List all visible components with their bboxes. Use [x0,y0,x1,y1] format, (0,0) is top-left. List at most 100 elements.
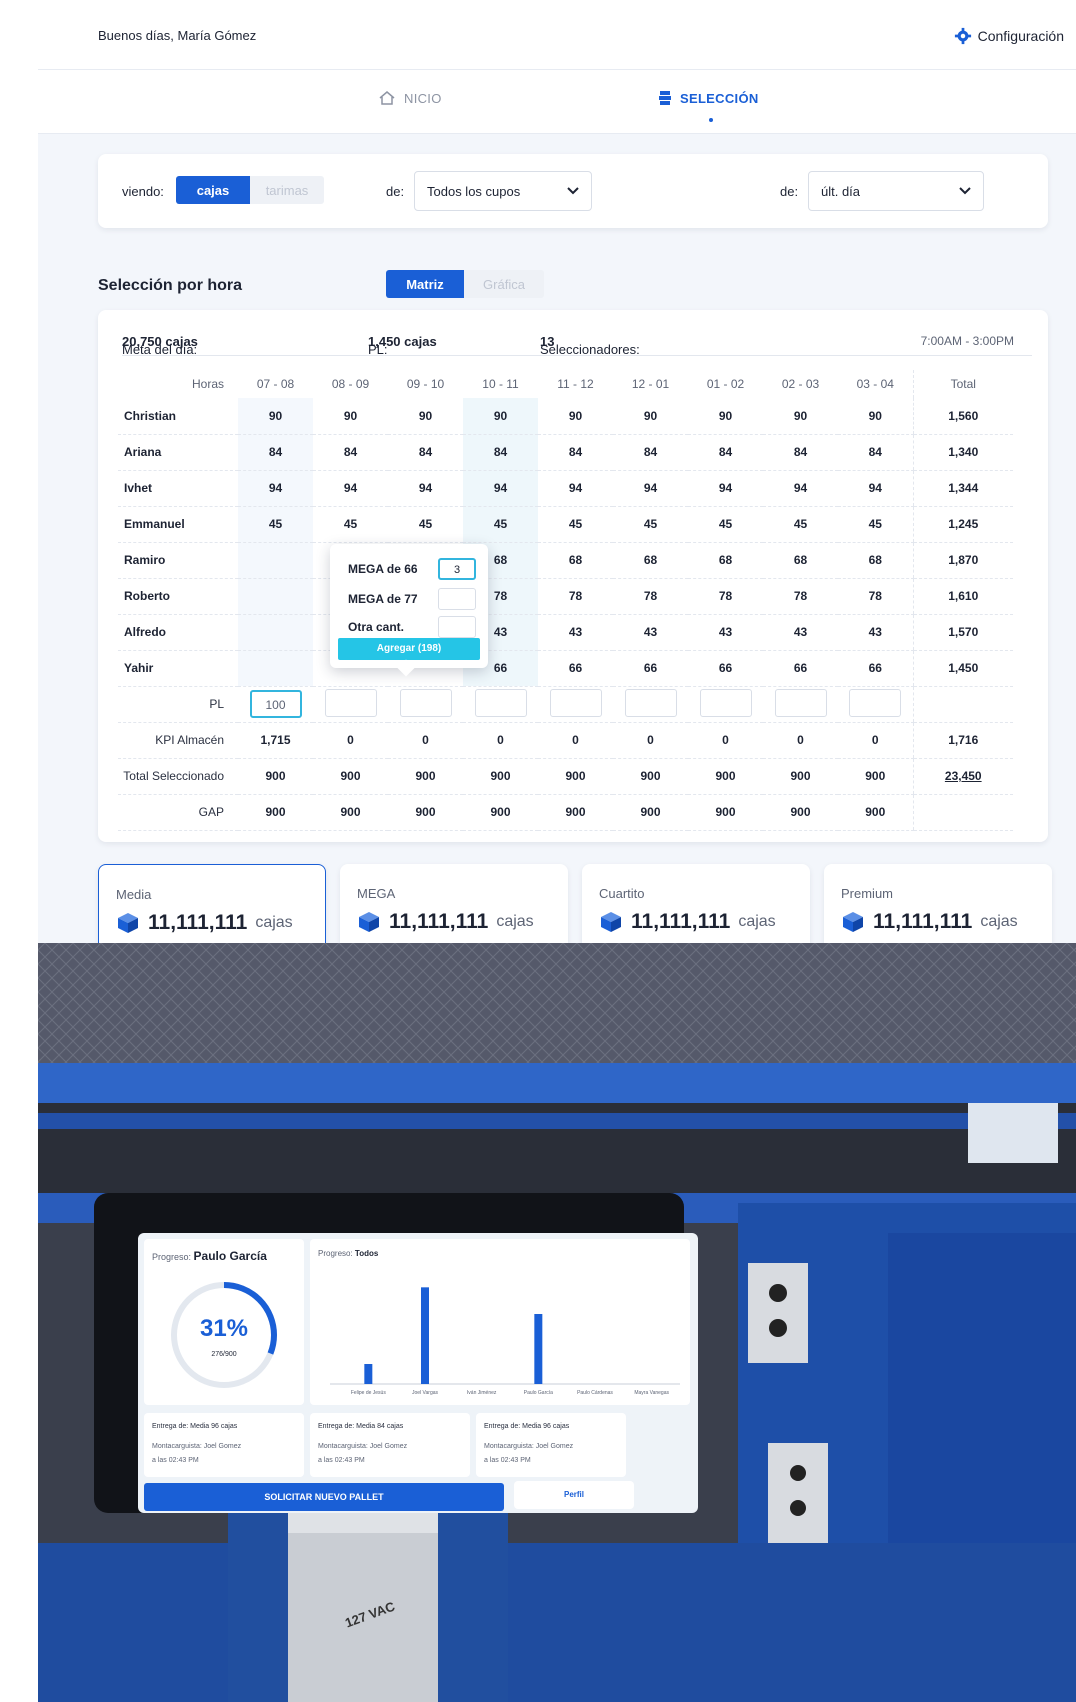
cell-value[interactable]: 94 [838,470,913,507]
cell-value[interactable]: 94 [463,470,538,507]
cell-value[interactable]: 66 [688,650,763,687]
toggle-cajas[interactable]: cajas [176,176,250,204]
cell-value[interactable]: 84 [538,434,613,471]
cell-value[interactable]: 68 [838,542,913,579]
cell-value[interactable]: 90 [763,398,838,435]
cell-value[interactable]: 43 [763,614,838,651]
selection-matrix: Horas 07 - 08 08 - 09 09 - 10 10 - 11 11… [118,370,1013,831]
kpi-card-premium[interactable]: Premium 11,111,111 cajas [824,864,1052,943]
cell-value[interactable]: 94 [688,470,763,507]
cell-value[interactable]: 45 [388,506,463,543]
cell-value[interactable]: 66 [538,650,613,687]
cell-value[interactable]: 45 [613,506,688,543]
cell-value[interactable]: 66 [838,650,913,687]
pl-cell [463,686,538,723]
cupos-select[interactable]: Todos los cupos [414,171,592,211]
cell-value[interactable]: 45 [688,506,763,543]
cell-value[interactable]: 90 [688,398,763,435]
popup-qty-input[interactable]: 3 [438,558,476,580]
home-icon [379,91,395,105]
pl-input[interactable] [624,688,677,717]
cell-value[interactable]: 90 [838,398,913,435]
pl-input[interactable] [399,688,452,717]
pl-input[interactable] [774,688,827,717]
cell-value[interactable]: 68 [613,542,688,579]
tab-inicio[interactable]: NICIO [378,90,442,106]
cell-value[interactable]: 94 [313,470,388,507]
cell-value[interactable]: 90 [538,398,613,435]
popup-qty-input[interactable] [438,616,476,638]
cell-value[interactable]: 68 [538,542,613,579]
cell-value[interactable] [238,614,313,651]
cell-value[interactable]: 68 [763,542,838,579]
popup-qty-input[interactable] [438,588,476,610]
cell-value[interactable]: 78 [613,578,688,615]
cell-value[interactable] [238,542,313,579]
cell-value[interactable]: 94 [613,470,688,507]
cell-value[interactable]: 94 [763,470,838,507]
pl-input[interactable] [549,688,602,717]
cell-value[interactable]: 94 [388,470,463,507]
cell-value[interactable]: 84 [238,434,313,471]
picker-name: Ariana [118,434,238,471]
toggle-tarimas[interactable]: tarimas [250,176,324,204]
cell-value[interactable]: 43 [838,614,913,651]
cell-value[interactable]: 90 [238,398,313,435]
cell-value[interactable]: 43 [688,614,763,651]
cell-value[interactable]: 94 [238,470,313,507]
cell-value[interactable]: 84 [313,434,388,471]
view-matriz-button[interactable]: Matriz [386,270,464,298]
cell-value[interactable]: 90 [463,398,538,435]
cell-value[interactable]: 68 [688,542,763,579]
pl-input[interactable] [699,688,752,717]
picker-name: Paulo García [193,1249,267,1263]
cell-value[interactable]: 45 [238,506,313,543]
cell-value[interactable]: 84 [388,434,463,471]
settings-button[interactable]: Configuración [954,27,1064,45]
chart-category-label: Felipe de Jesús [351,1390,387,1396]
cell-value[interactable]: 84 [613,434,688,471]
cell-value[interactable]: 78 [838,578,913,615]
pl-input[interactable] [474,688,527,717]
cell-value[interactable]: 66 [613,650,688,687]
cell-value[interactable]: 45 [313,506,388,543]
cell-value[interactable]: 43 [613,614,688,651]
tab-seleccion[interactable]: SELECCIÓN [658,90,759,106]
kpi-value: 0 [313,722,388,759]
pl-input[interactable] [849,688,902,717]
cell-value[interactable]: 45 [763,506,838,543]
cupos-select-value: Todos los cupos [427,183,521,199]
cell-value[interactable]: 78 [763,578,838,615]
cell-value[interactable]: 84 [463,434,538,471]
cell-value[interactable]: 78 [538,578,613,615]
cell-value[interactable]: 84 [688,434,763,471]
period-select[interactable]: últ. día [808,171,984,211]
kpi-card-media[interactable]: Media 11,111,111 cajas [98,864,326,943]
cell-value[interactable] [238,578,313,615]
cell-value[interactable]: 66 [763,650,838,687]
cell-value[interactable]: 45 [463,506,538,543]
kpi-card-cuartito[interactable]: Cuartito 11,111,111 cajas [582,864,810,943]
kpi-row: KPI Almacén 1,715 0 0 0 0 0 0 0 0 1,716 [118,722,1013,759]
cell-value[interactable]: 90 [313,398,388,435]
cell-value[interactable]: 94 [538,470,613,507]
profile-button[interactable]: Perfil [514,1481,634,1509]
cell-value[interactable] [238,650,313,687]
cell-value[interactable]: 78 [688,578,763,615]
pl-input[interactable]: 100 [249,690,302,718]
cell-value[interactable]: 90 [388,398,463,435]
pl-input[interactable] [324,688,377,717]
selected-total[interactable]: 23,450 [912,758,1013,795]
cell-value[interactable]: 84 [838,434,913,471]
cell-value[interactable]: 84 [763,434,838,471]
cell-value[interactable]: 45 [838,506,913,543]
hour-col-8: 02 - 03 [781,377,820,391]
cell-value[interactable]: 43 [538,614,613,651]
cell-value[interactable]: 90 [613,398,688,435]
cell-value[interactable]: 45 [538,506,613,543]
view-grafica-button[interactable]: Gráfica [464,270,544,298]
request-pallet-button[interactable]: SOLICITAR NUEVO PALLET [144,1483,504,1511]
popup-add-button[interactable]: Agregar (198) [338,638,480,660]
kpi-card-mega[interactable]: MEGA 11,111,111 cajas [340,864,568,943]
delivery-card: Entrega de: Media 84 cajas Montacarguist… [310,1413,470,1477]
